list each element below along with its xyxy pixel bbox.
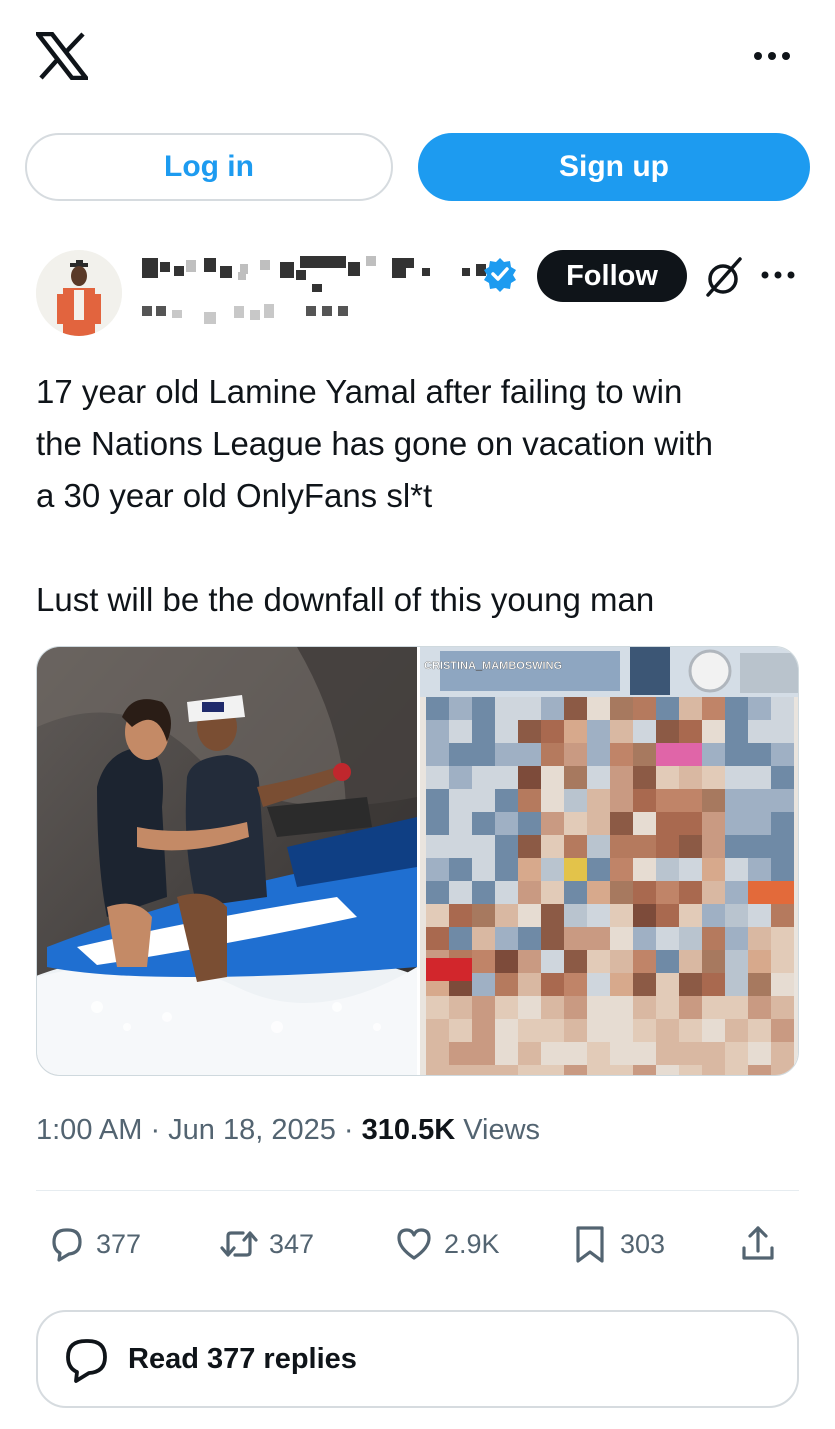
like-count: 2.9K [444,1228,500,1259]
verified-badge-icon [484,258,516,292]
tweet-text-line: Lust will be the downfall of this young … [36,581,655,618]
tweet-text: 17 year old Lamine Yamal after failing t… [36,366,806,626]
divider [36,1190,799,1191]
follow-button[interactable]: Follow [537,250,687,302]
more-horizontal-icon[interactable] [752,46,792,66]
mosaic-pixels [426,697,794,1075]
log-in-button[interactable]: Log in [25,133,393,201]
media-grid: CRISTINA_MAMBOSWING [36,646,799,1076]
views-count: 310.5K [361,1114,456,1146]
timestamp[interactable]: 1:00 AM · Jun 18, 2025 · [36,1114,362,1146]
heart-icon [397,1228,431,1260]
read-replies-label: Read 377 replies [128,1342,357,1375]
sign-up-button[interactable]: Sign up [418,133,810,201]
views-label: Views [455,1114,541,1146]
reply-button[interactable]: 377 [46,1222,141,1266]
x-logo-icon[interactable] [36,32,88,80]
reply-icon [52,1228,82,1262]
repost-count: 347 [269,1228,315,1259]
bookmark-count: 303 [620,1228,666,1259]
tweet-text-line: a 30 year old OnlyFans sl*t [36,477,433,514]
media-watermark: CRISTINA_MAMBOSWING [424,660,562,672]
author-name-redacted[interactable] [140,252,520,332]
like-button[interactable]: 2.9K [394,1222,500,1266]
auth-buttons: Log in Sign up [25,133,810,203]
top-bar [0,0,835,110]
repost-icon [220,1231,258,1257]
share-button[interactable] [738,1222,788,1266]
reply-icon [66,1339,107,1383]
avatar[interactable] [36,250,122,336]
post-meta: 1:00 AM · Jun 18, 2025 · 310.5K Views [36,1114,540,1147]
grok-icon[interactable] [704,255,744,297]
jetski-photo[interactable] [37,647,417,1076]
share-icon [742,1226,774,1260]
tweet-text-line: the Nations League has gone on vacation … [36,425,713,462]
bookmark-icon [576,1226,604,1263]
reply-count: 377 [96,1228,142,1259]
repost-button[interactable]: 347 [219,1222,314,1266]
read-replies-button[interactable]: Read 377 replies [36,1310,799,1408]
tweet-text-line: 17 year old Lamine Yamal after failing t… [36,373,683,410]
post-more-icon[interactable] [760,266,796,284]
bookmark-button[interactable]: 303 [570,1222,665,1266]
blurred-photo[interactable]: CRISTINA_MAMBOSWING [420,647,799,1076]
